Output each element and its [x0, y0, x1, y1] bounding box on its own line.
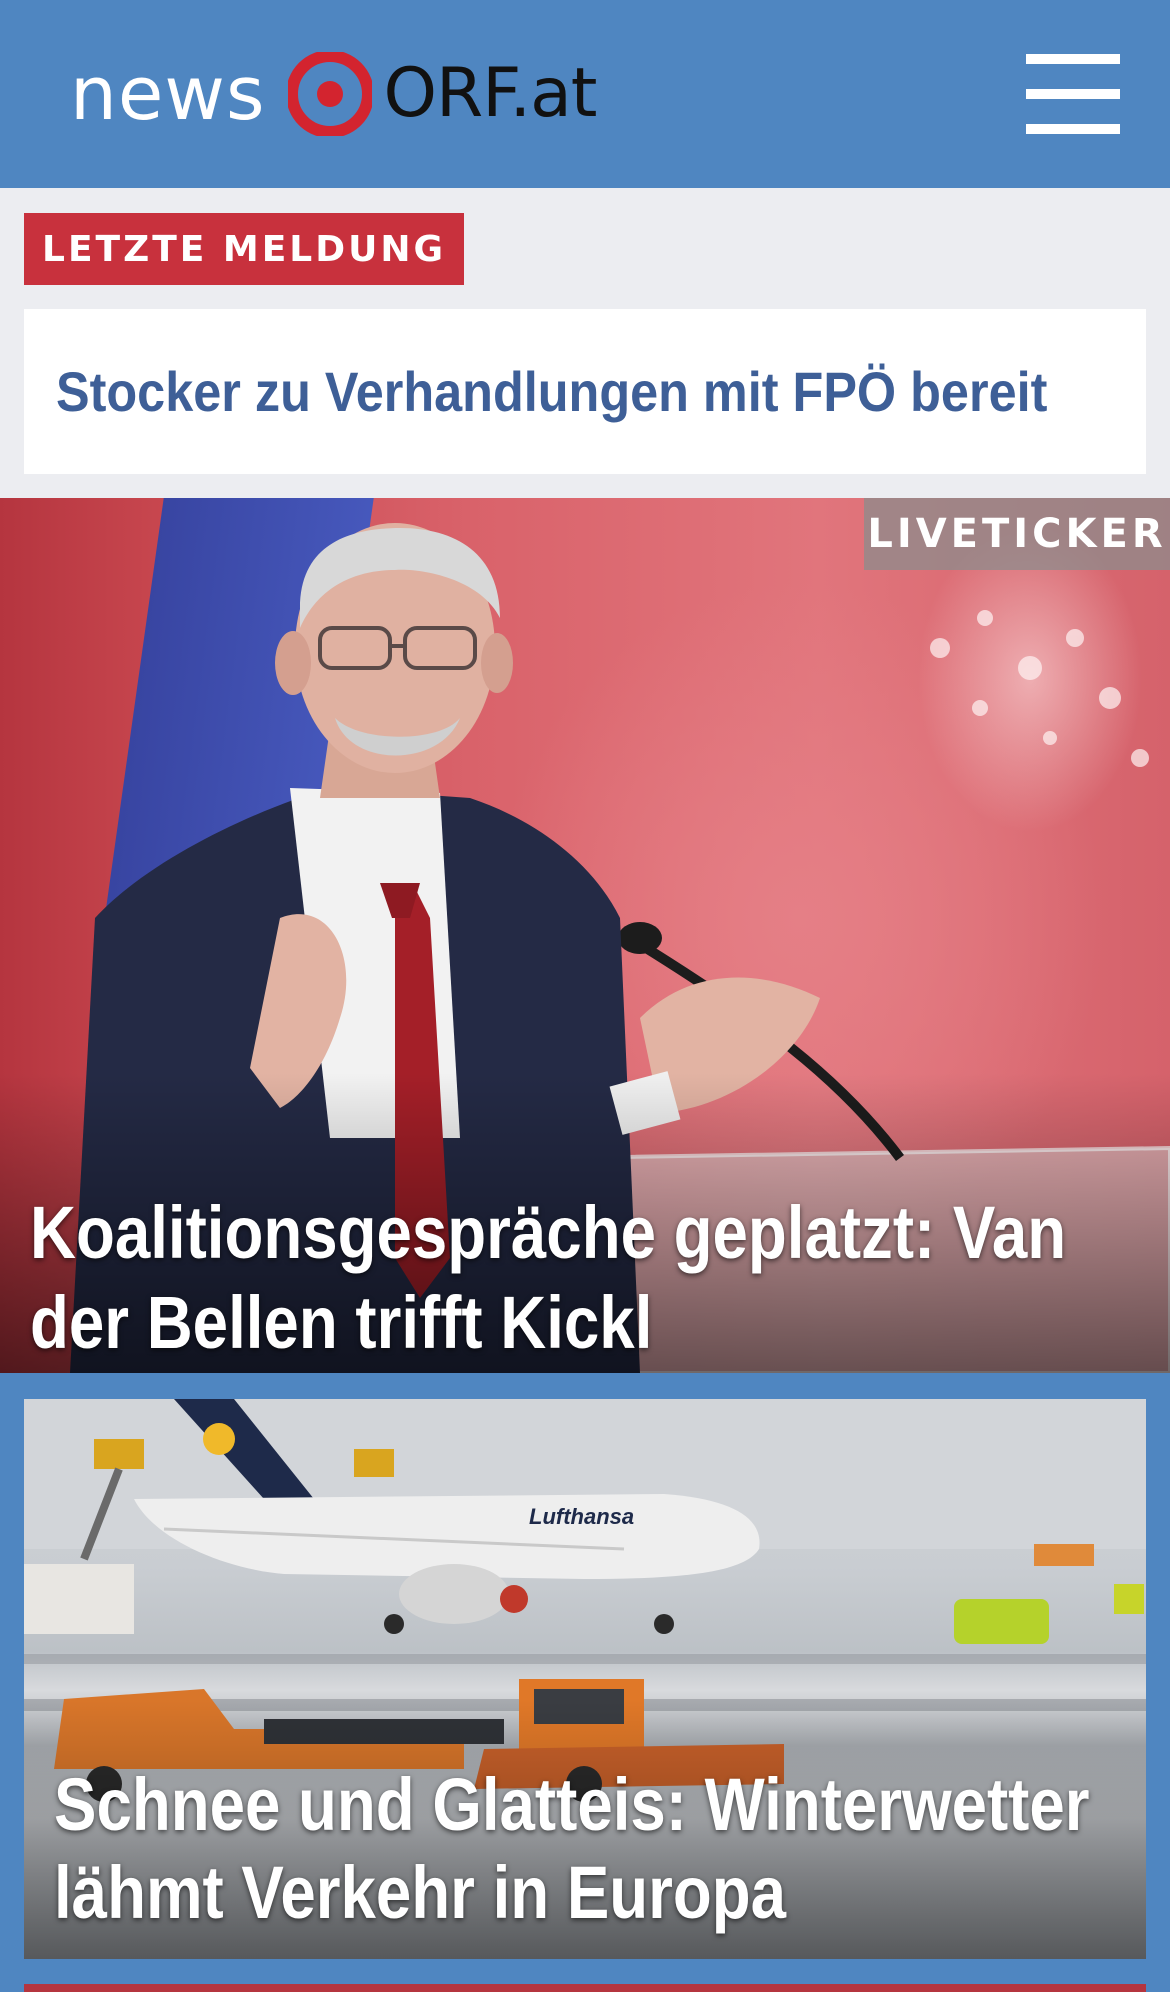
logo-news-text: news — [70, 51, 266, 137]
hero-headline: Koalitionsgespräche geplatzt: Van der Be… — [30, 1191, 1067, 1364]
svg-text:Lufthansa: Lufthansa — [529, 1504, 634, 1529]
logo-orf-text: ORF.at — [383, 54, 598, 133]
orf-target-logo-icon — [287, 52, 372, 136]
hero-story-card[interactable]: LIVETICKER Koalitionsgespräche geplatzt:… — [0, 498, 1170, 1373]
story2-headline: Schnee und Glatteis: Winterwetter lähmt … — [54, 1763, 1090, 1934]
breaking-news-card[interactable]: Stocker zu Verhandlungen mit FPÖ bereit — [24, 309, 1146, 474]
orf-news-logo[interactable]: news ORF.at — [70, 42, 598, 146]
breaking-news-badge: LETZTE MELDUNG — [24, 213, 465, 285]
hamburger-menu-icon[interactable] — [1022, 52, 1124, 136]
app-header: news ORF.at — [0, 0, 1170, 188]
breaking-news-headline: Stocker zu Verhandlungen mit FPÖ bereit — [56, 360, 1048, 423]
liveticker-tag: LIVETICKER — [864, 498, 1170, 570]
story-card-winter-weather[interactable]: Lufthansa Schnee und Glatteis: Winterwet… — [24, 1399, 1146, 1959]
next-story-preview[interactable] — [24, 1984, 1146, 1992]
